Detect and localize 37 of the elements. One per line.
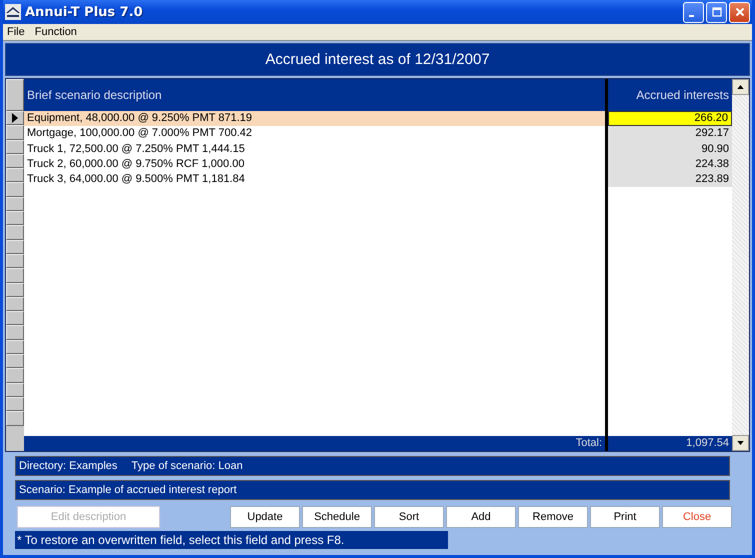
hint-text: * To restore an overwritten field, select this field and press F8.	[15, 531, 448, 549]
column-header[interactable]: Brief scenario description	[24, 79, 605, 111]
action-button[interactable]: Sort	[374, 506, 444, 528]
minimize-icon	[689, 14, 694, 16]
scroll-down-icon[interactable]	[737, 441, 744, 445]
report-heading: Accrued interest as of 12/31/2007	[5, 43, 750, 76]
action-button[interactable]: Close	[662, 506, 732, 528]
total-value: 1,097.54	[608, 436, 732, 451]
header-corner	[6, 79, 24, 111]
action-button[interactable]: Update	[230, 506, 300, 528]
table-cell[interactable]: Equipment, 48,000.00 @ 9.250% PMT 871.19	[24, 111, 605, 126]
close-button[interactable]	[729, 2, 750, 22]
close-icon	[734, 7, 744, 17]
action-button[interactable]: Print	[590, 506, 660, 528]
table-cell[interactable]: 223.89	[608, 172, 732, 188]
action-button[interactable]: Remove	[518, 506, 588, 528]
table-cell[interactable]: 90.90	[608, 142, 732, 157]
total-label: Total:	[24, 436, 605, 451]
table-cell[interactable]: 224.38	[608, 156, 732, 172]
action-button[interactable]: Add	[446, 506, 516, 528]
action-button[interactable]: Schedule	[302, 506, 372, 528]
app-icon	[5, 4, 21, 20]
window-title: Annui-T Plus 7.0	[25, 4, 143, 20]
menu-item[interactable]: Function	[34, 26, 77, 38]
directory-text: Directory: Examples	[19, 459, 118, 474]
table-cell[interactable]: 292.17	[608, 126, 732, 142]
column-header[interactable]: Accrued interests	[608, 79, 732, 111]
minimize-button[interactable]	[683, 2, 704, 22]
maximize-icon	[712, 7, 722, 17]
vertical-scrollbar[interactable]	[732, 79, 749, 451]
scenario-text: Scenario: Example of accrued interest report	[19, 483, 237, 498]
scenario-type-text: Type of scenario: Loan	[131, 459, 243, 474]
menu-item[interactable]: File	[7, 26, 25, 38]
table-cell[interactable]: 266.20	[608, 111, 732, 126]
row-selector[interactable]	[6, 111, 24, 126]
scroll-up-icon[interactable]	[737, 85, 744, 89]
maximize-button[interactable]	[706, 2, 727, 22]
